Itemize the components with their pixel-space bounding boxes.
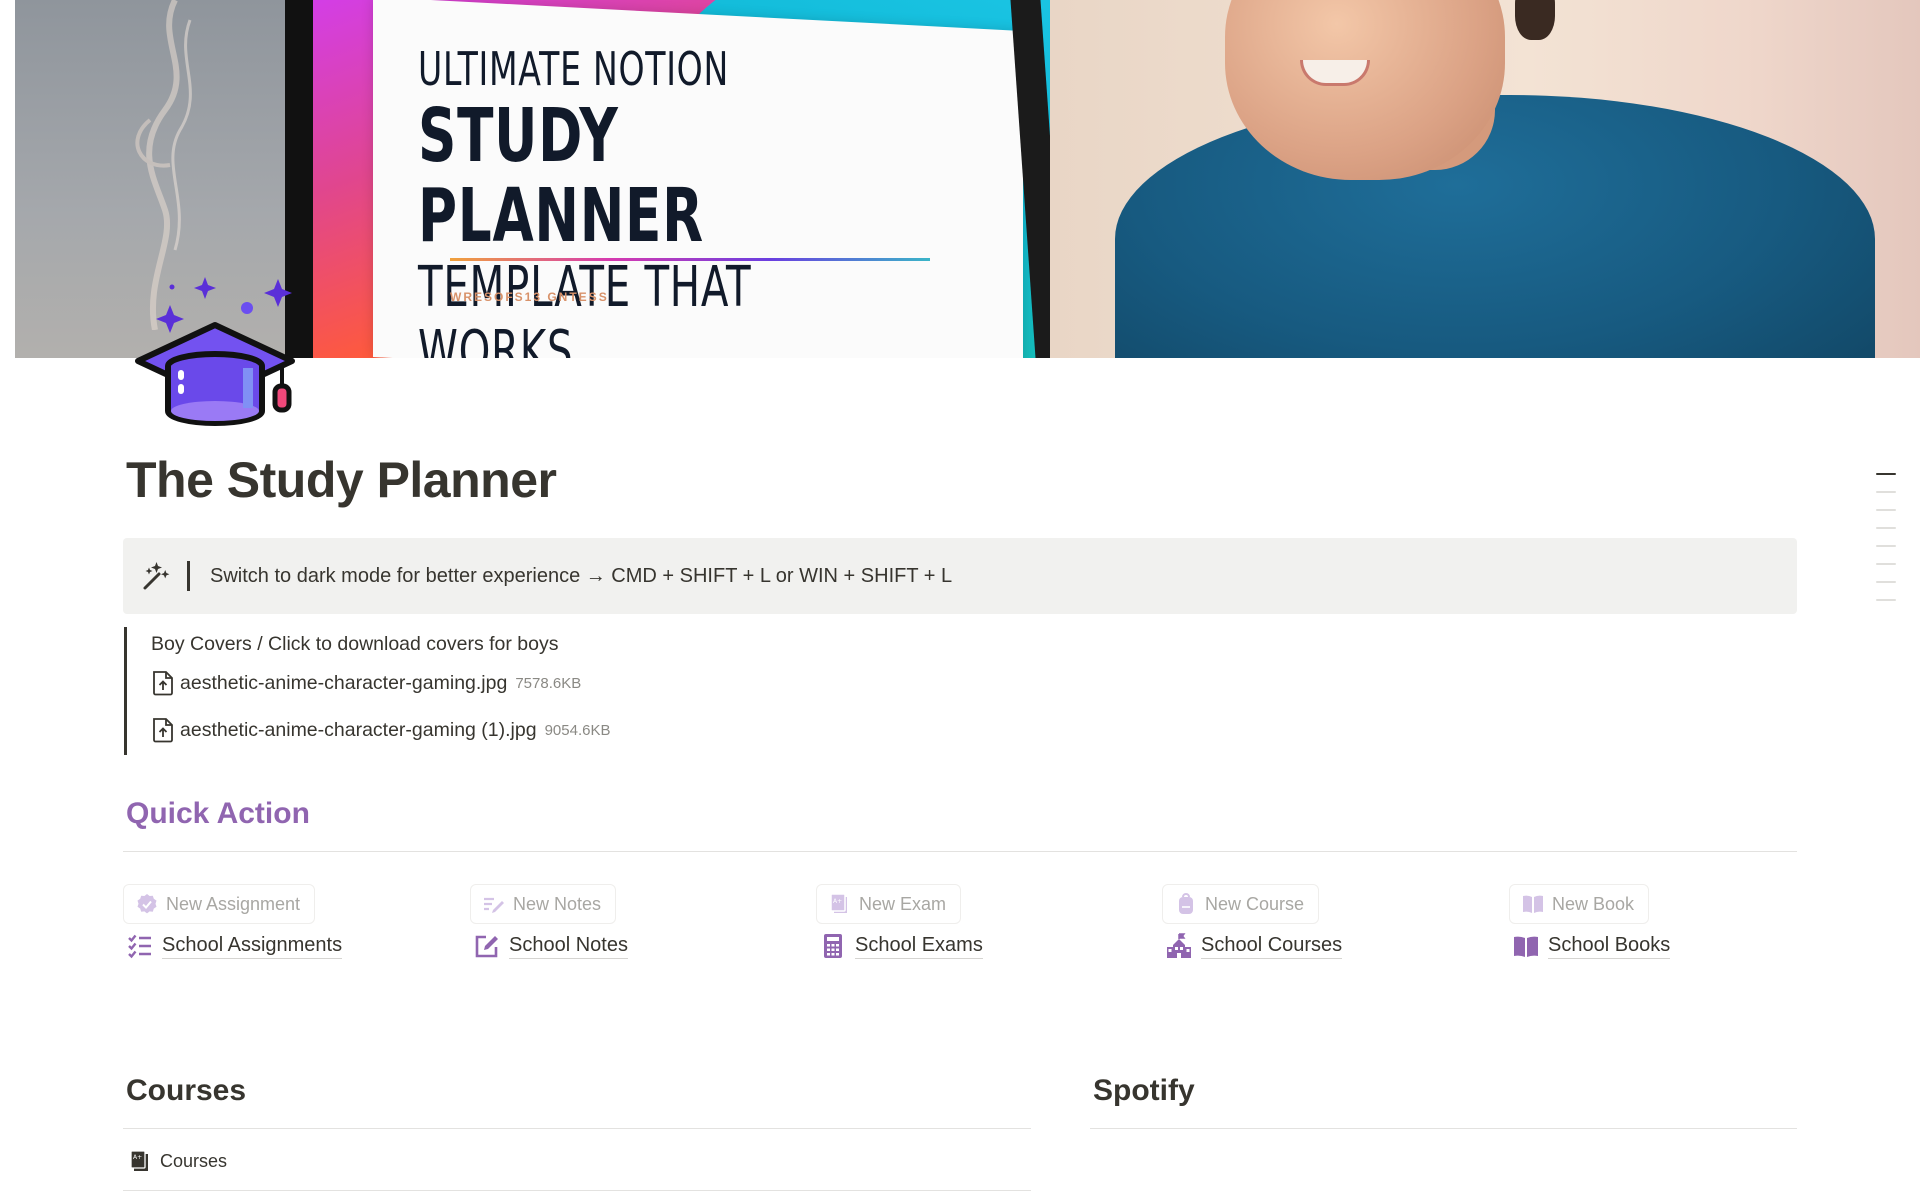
new-notes-button[interactable]: New Notes [470, 884, 617, 924]
callout-divider [187, 561, 190, 591]
file-size: 7578.6KB [515, 674, 582, 692]
cover-headline-line2: STUDY PLANNER [418, 93, 704, 259]
button-label: New Book [1552, 893, 1635, 914]
link-label: School Assignments [162, 932, 343, 959]
link-label: School Books [1548, 932, 1671, 959]
toc-marker[interactable] [1876, 509, 1896, 511]
file-upload-icon [153, 671, 173, 696]
table-of-contents-minimap[interactable] [1876, 473, 1896, 617]
checklist-icon [128, 934, 151, 958]
toc-marker[interactable] [1876, 491, 1896, 493]
new-exam-button[interactable]: A+ New Exam [816, 884, 962, 924]
boy-covers-quote: Boy Covers / Click to download covers fo… [124, 627, 824, 755]
spotify-divider [1090, 1128, 1797, 1129]
link-label: School Courses [1201, 932, 1343, 959]
cover-headline-line1: ULTIMATE NOTION [418, 42, 729, 96]
graduation-cap-icon[interactable] [130, 268, 300, 428]
file-size: 9054.6KB [544, 721, 611, 739]
edit-square-icon [475, 935, 498, 957]
cover-person-hair [1515, 0, 1555, 40]
open-book-icon [1523, 895, 1543, 913]
school-books-link[interactable]: School Books [1513, 932, 1671, 959]
toc-marker[interactable] [1876, 581, 1896, 583]
verified-badge-icon [137, 894, 157, 914]
cover-image: ULTIMATE NOTION STUDY PLANNER TEMPLATE T… [15, 0, 1920, 358]
backpack-icon [1179, 893, 1193, 914]
cover-person-sweater [1115, 95, 1875, 358]
file-name: aesthetic-anime-character-gaming (1).jpg [180, 718, 537, 741]
file-attachment[interactable]: aesthetic-anime-character-gaming (1).jpg… [151, 717, 610, 743]
quick-action-notes: New Notes School Notes [470, 884, 628, 959]
school-exams-link[interactable]: School Exams [820, 932, 983, 959]
quick-action-courses: New Course School Courses [1162, 884, 1343, 959]
quick-action-heading: Quick Action [126, 797, 310, 830]
school-notes-link[interactable]: School Notes [474, 932, 628, 959]
quote-label: Boy Covers / Click to download covers fo… [151, 633, 559, 655]
spotify-heading: Spotify [1093, 1074, 1195, 1107]
quick-action-assignments: New Assignment School Assignments [123, 884, 343, 959]
courses-divider [123, 1128, 1031, 1129]
link-label: School Exams [855, 932, 983, 959]
cover-gradient-rule [450, 258, 930, 261]
courses-heading: Courses [126, 1074, 247, 1107]
school-building-icon [1167, 932, 1191, 958]
new-assignment-button[interactable]: New Assignment [123, 884, 316, 924]
toc-marker[interactable] [1876, 545, 1896, 547]
quick-action-books: New Book School Books [1509, 884, 1671, 959]
toc-marker[interactable] [1876, 473, 1896, 475]
school-courses-link[interactable]: School Courses [1166, 932, 1343, 959]
dark-mode-callout: Switch to dark mode for better experienc… [123, 538, 1797, 614]
button-label: New Assignment [166, 893, 301, 914]
link-label: School Notes [509, 932, 628, 959]
file-upload-icon [153, 718, 173, 743]
button-label: New Course [1205, 893, 1305, 914]
callout-text: Switch to dark mode for better experienc… [210, 564, 953, 587]
write-lines-icon [484, 897, 504, 913]
cover-monitor-screen: ULTIMATE NOTION STUDY PLANNER TEMPLATE T… [313, 0, 1083, 358]
quick-action-exams: A+ New Exam School Exams [816, 884, 983, 959]
grade-sheet-icon: A+ [130, 1150, 148, 1171]
open-book-icon [1514, 936, 1538, 957]
file-attachment[interactable]: aesthetic-anime-character-gaming.jpg 757… [151, 670, 581, 696]
quick-action-divider [123, 851, 1797, 852]
toc-marker[interactable] [1876, 563, 1896, 565]
button-label: New Exam [859, 893, 947, 914]
school-assignments-link[interactable]: School Assignments [127, 932, 343, 959]
toc-marker[interactable] [1876, 527, 1896, 529]
page-title[interactable]: The Study Planner [126, 451, 557, 509]
new-course-button[interactable]: New Course [1162, 884, 1320, 924]
courses-item-label: Courses [160, 1150, 228, 1171]
file-name: aesthetic-anime-character-gaming.jpg [180, 671, 508, 694]
new-book-button[interactable]: New Book [1509, 884, 1650, 924]
cover-small-text: WRESOFS13 GNTESS [450, 290, 609, 304]
courses-database-link[interactable]: A+ Courses [130, 1150, 227, 1172]
calculator-icon [824, 933, 842, 958]
button-label: New Notes [513, 893, 602, 914]
cover-headline-line3: TEMPLATE THAT WORKS [418, 255, 752, 359]
grade-sheet-icon: A+ [830, 893, 847, 913]
svg-text:A+: A+ [833, 898, 842, 905]
cover-headline: ULTIMATE NOTION STUDY PLANNER TEMPLATE T… [418, 42, 821, 358]
courses-row-divider [123, 1190, 1031, 1191]
toc-marker[interactable] [1876, 599, 1896, 601]
magic-wand-icon [143, 562, 170, 590]
svg-text:A+: A+ [133, 1154, 142, 1161]
